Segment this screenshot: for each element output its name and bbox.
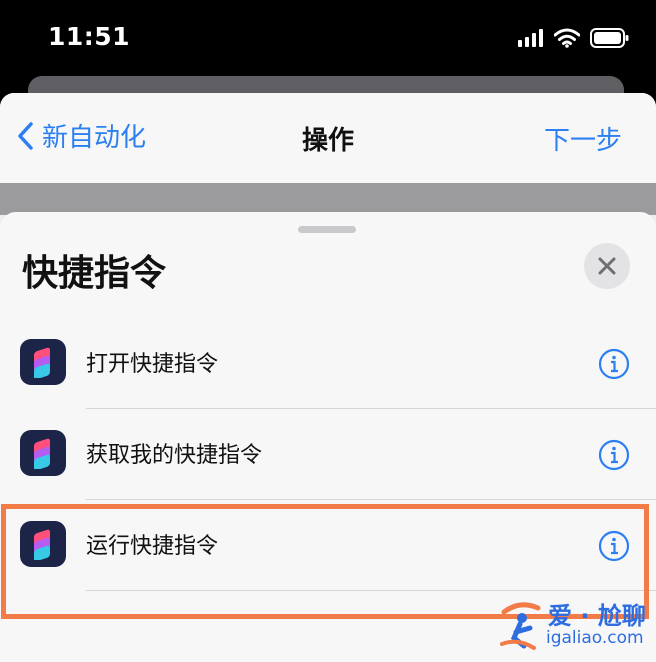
list-item-get-my-shortcuts[interactable]: 获取我的快捷指令 bbox=[0, 409, 656, 499]
shortcuts-app-icon bbox=[20, 339, 66, 385]
status-bar: 11:51 bbox=[0, 0, 656, 80]
signal-icon bbox=[518, 29, 543, 47]
watermark-logo-icon bbox=[500, 602, 541, 650]
list-item-open-shortcut[interactable]: 打开快捷指令 bbox=[0, 318, 656, 408]
info-icon[interactable] bbox=[598, 348, 630, 380]
close-icon bbox=[598, 257, 616, 275]
watermark-text: 爱 · 尬聊 bbox=[548, 602, 646, 630]
status-icons bbox=[518, 28, 630, 48]
dimmed-content bbox=[0, 183, 656, 215]
wifi-icon bbox=[554, 28, 580, 48]
watermark-url: igaliao.com bbox=[546, 628, 644, 648]
list-item-label: 打开快捷指令 bbox=[86, 352, 219, 377]
shortcuts-app-icon bbox=[20, 430, 66, 476]
next-button[interactable]: 下一步 bbox=[544, 120, 622, 157]
status-time: 11:51 bbox=[48, 22, 131, 51]
battery-icon bbox=[590, 28, 629, 48]
close-button[interactable] bbox=[584, 243, 630, 289]
watermark: 爱 · 尬聊 igaliao.com bbox=[498, 594, 648, 656]
sheet-grabber[interactable] bbox=[298, 226, 356, 233]
list-item-label: 获取我的快捷指令 bbox=[86, 443, 263, 468]
info-icon[interactable] bbox=[598, 439, 630, 471]
sheet-title: 快捷指令 bbox=[22, 253, 167, 294]
